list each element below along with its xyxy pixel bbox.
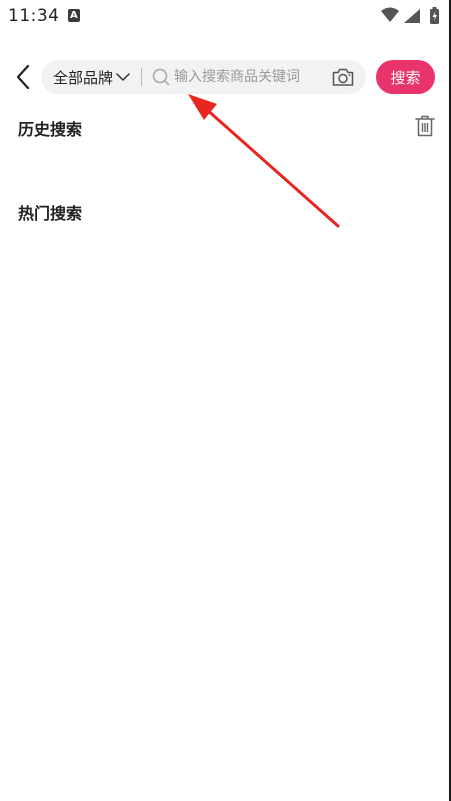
status-time: 11:34 [8, 6, 60, 26]
search-box: 全部品牌 [41, 60, 366, 94]
chevron-down-icon [116, 73, 130, 81]
back-button[interactable] [10, 60, 38, 94]
status-icons [381, 7, 439, 24]
search-input[interactable] [174, 60, 324, 94]
notification-icon: A [68, 9, 80, 22]
hot-search-title: 热门搜索 [18, 204, 83, 223]
divider [141, 68, 142, 86]
search-icon [152, 68, 170, 86]
brand-dropdown[interactable]: 全部品牌 [53, 60, 130, 94]
search-button[interactable]: 搜索 [376, 60, 435, 94]
camera-icon[interactable] [331, 67, 355, 87]
trash-icon[interactable] [414, 114, 436, 138]
back-arrow-icon [16, 64, 30, 90]
history-search-title: 历史搜索 [18, 120, 83, 139]
wifi-icon [381, 7, 399, 22]
battery-icon [430, 7, 439, 24]
search-header: 全部品牌 搜索 [0, 56, 451, 98]
signal-icon [404, 9, 420, 23]
brand-dropdown-label: 全部品牌 [53, 68, 114, 87]
status-bar: 11:34 A [0, 0, 451, 34]
